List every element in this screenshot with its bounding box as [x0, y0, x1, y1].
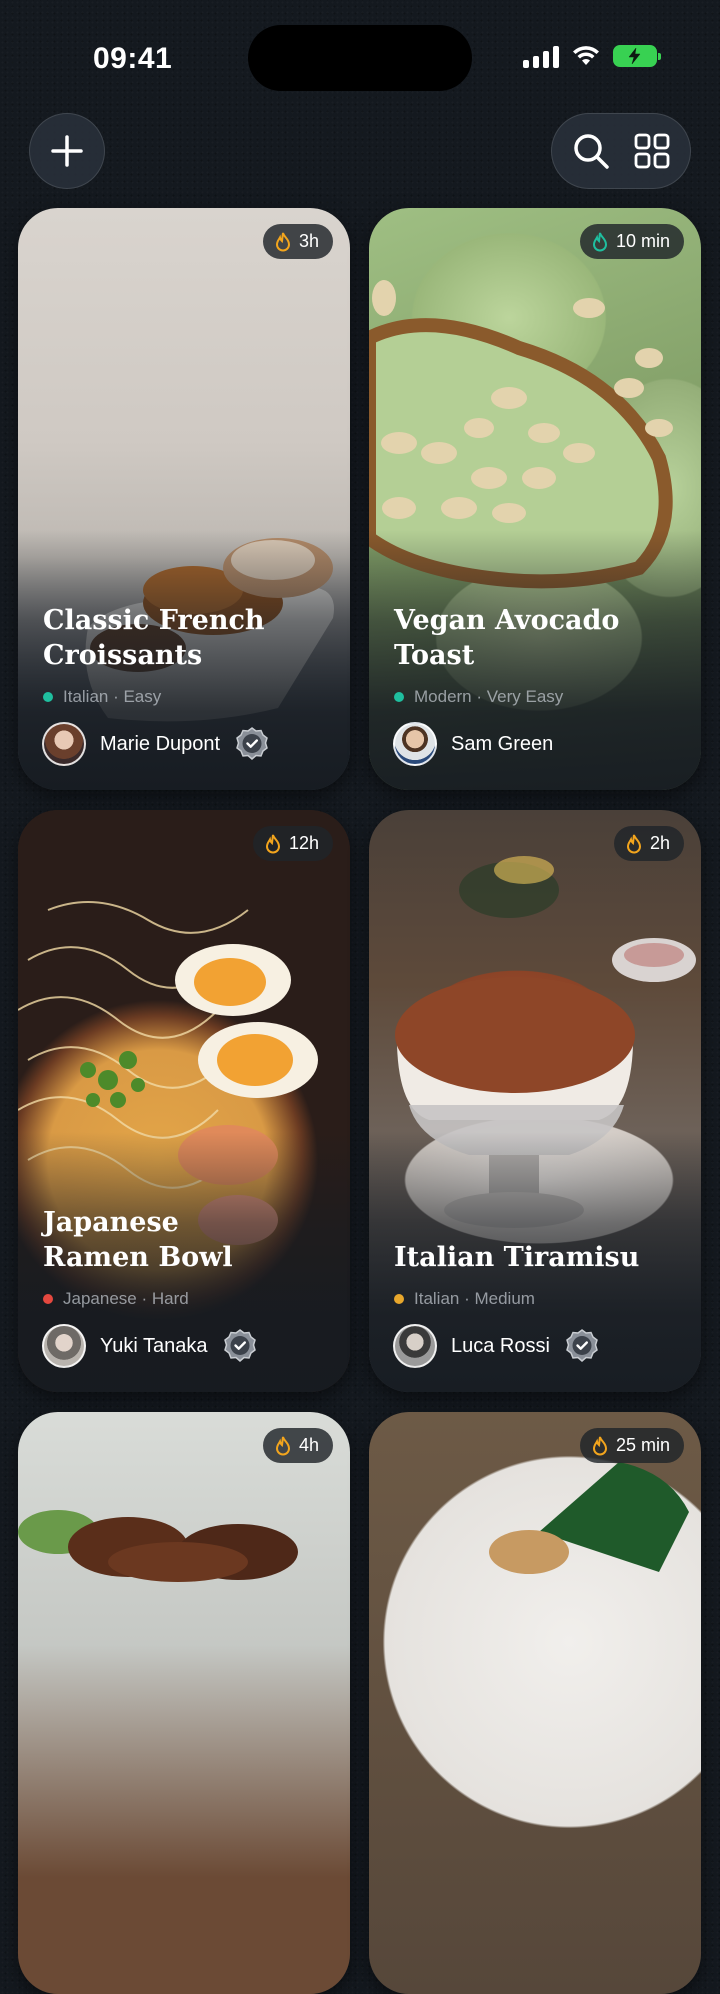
category-dot	[43, 692, 53, 702]
recipe-meta-text: Modern · Very Easy	[414, 687, 564, 706]
avatar	[393, 722, 437, 766]
cook-time: 25 min	[615, 1435, 670, 1455]
cook-time: 3h	[298, 231, 319, 251]
cook-time: 10 min	[615, 231, 670, 251]
cook-time-badge: 4h	[262, 1428, 333, 1463]
verified-check-icon	[223, 1329, 256, 1362]
cook-time: 2h	[649, 833, 670, 853]
recipe-title: Japanese Ramen Bowl	[43, 1207, 233, 1273]
avatar	[42, 1324, 86, 1368]
battery-charging-icon	[613, 45, 661, 67]
recipe-meta: Modern · Very Easy	[394, 687, 563, 707]
recipe-author[interactable]: Yuki Tanaka	[42, 1324, 258, 1368]
cook-time-badge: 12h	[252, 826, 333, 861]
flame-icon	[592, 232, 607, 251]
top-actions	[551, 113, 691, 189]
cook-time-badge: 10 min	[579, 224, 684, 259]
recipe-meta-text: Italian · Medium	[414, 1289, 535, 1308]
recipe-card[interactable]: 25 min	[369, 1412, 701, 1994]
wifi-icon	[573, 46, 599, 65]
status-time: 09:41	[93, 42, 173, 75]
recipe-card[interactable]: 3h Classic French Croissants Italian · E…	[18, 208, 350, 790]
recipe-author[interactable]: Marie Dupont	[42, 722, 270, 766]
search-button[interactable]	[566, 126, 616, 176]
verified-badge	[564, 1328, 600, 1364]
cellular-signal-icon	[523, 44, 559, 68]
status-icons	[523, 44, 661, 68]
recipe-title: Italian Tiramisu	[394, 1242, 640, 1273]
recipe-card[interactable]: 2h Italian Tiramisu Italian · Medium Luc…	[369, 810, 701, 1392]
author-name: Luca Rossi	[451, 1334, 550, 1357]
recipe-photo	[18, 1412, 350, 1994]
search-icon	[573, 134, 609, 169]
flame-icon	[275, 232, 290, 251]
verified-check-icon	[566, 1329, 598, 1362]
recipe-title: Vegan Avocado Toast	[394, 605, 620, 671]
cook-time: 4h	[298, 1435, 319, 1455]
recipe-author[interactable]: Luca Rossi	[393, 1324, 600, 1368]
recipe-card[interactable]: 12h Japanese Ramen Bowl Japanese · Hard …	[18, 810, 350, 1392]
cook-time-badge: 25 min	[579, 1428, 684, 1463]
verified-badge	[222, 1328, 258, 1364]
author-name: Sam Green	[451, 732, 554, 755]
cook-time-badge: 3h	[262, 224, 333, 259]
grid-view-button[interactable]	[627, 126, 677, 176]
grid-icon	[634, 133, 669, 169]
flame-icon	[275, 1436, 290, 1455]
author-name: Marie Dupont	[100, 732, 221, 755]
category-dot	[43, 1294, 53, 1304]
avatar	[42, 722, 86, 766]
flame-icon	[626, 834, 641, 853]
category-dot	[394, 692, 404, 702]
category-dot	[394, 1294, 404, 1304]
cook-time-badge: 2h	[613, 826, 684, 861]
recipe-meta-text: Italian · Easy	[63, 687, 162, 706]
flame-icon	[592, 1436, 607, 1455]
avatar	[393, 1324, 437, 1368]
dynamic-island	[248, 25, 472, 91]
recipe-meta: Italian · Medium	[394, 1289, 535, 1309]
verified-check-icon	[236, 727, 268, 760]
add-recipe-button[interactable]	[29, 113, 105, 189]
plus-icon	[51, 135, 83, 167]
flame-icon	[265, 834, 280, 853]
recipe-photo	[369, 1412, 701, 1994]
recipe-author[interactable]: Sam Green	[393, 722, 553, 766]
recipe-card[interactable]: 10 min Vegan Avocado Toast Modern · Very…	[369, 208, 701, 790]
recipe-card[interactable]: 4h	[18, 1412, 350, 1994]
author-name: Yuki Tanaka	[100, 1334, 208, 1357]
recipe-meta-text: Japanese · Hard	[63, 1289, 189, 1308]
cook-time: 12h	[288, 833, 319, 853]
recipe-title: Classic French Croissants	[43, 605, 265, 671]
recipe-meta: Italian · Easy	[43, 687, 161, 707]
verified-badge	[234, 726, 270, 762]
recipe-meta: Japanese · Hard	[43, 1289, 189, 1309]
